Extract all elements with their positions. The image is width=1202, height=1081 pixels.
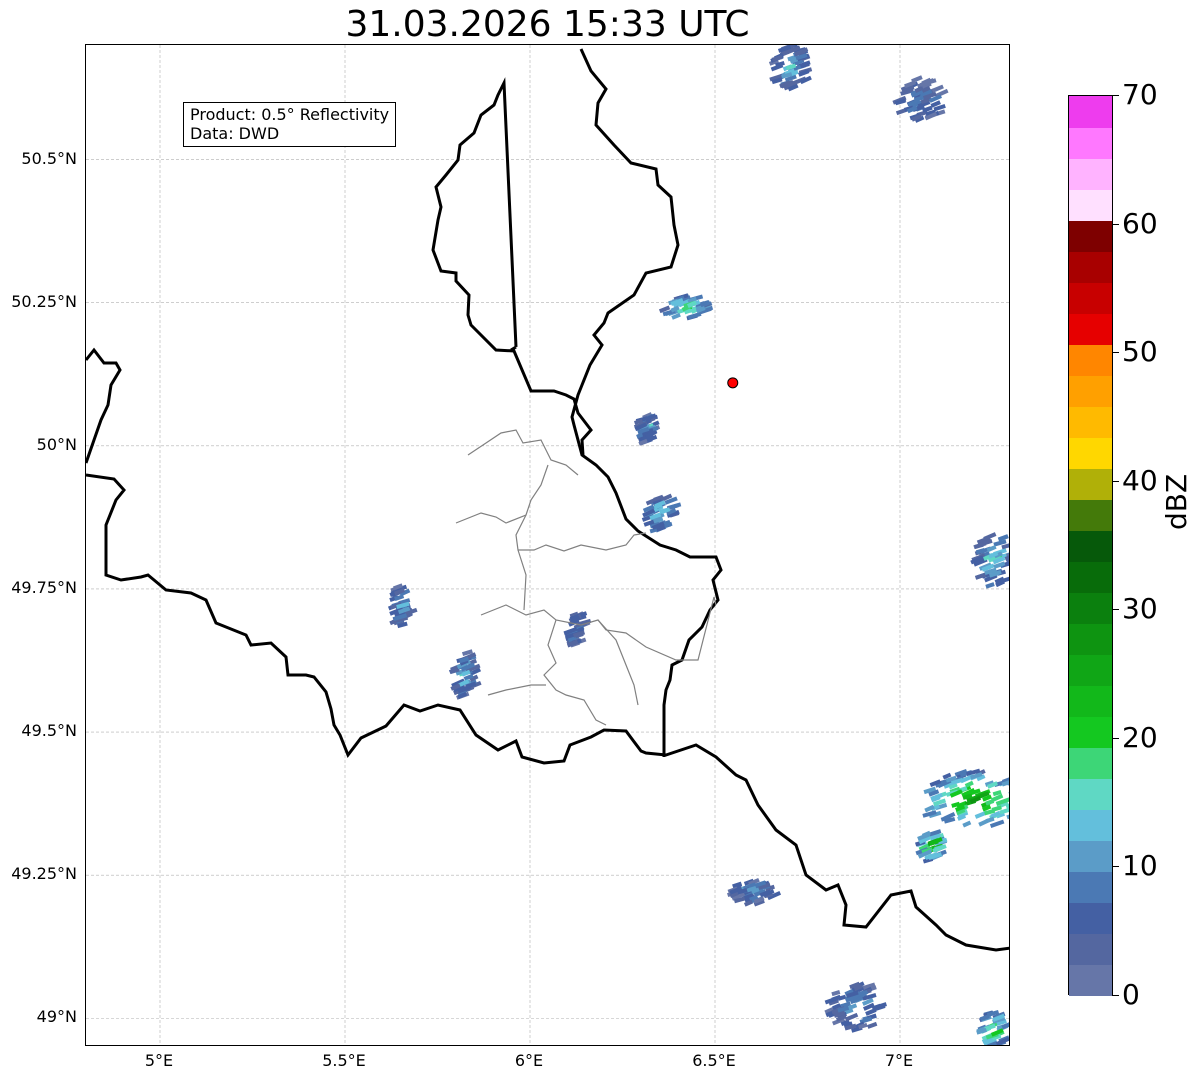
lat-tick-label: 49.25°N [11, 864, 77, 884]
colorbar-segment [1069, 189, 1112, 221]
echo-bin [1008, 788, 1009, 796]
colorbar-segment [1069, 282, 1112, 314]
colorbar-segment [1069, 716, 1112, 749]
echo-cell [563, 611, 592, 648]
lat-tick-label: 49°N [36, 1007, 77, 1027]
colorbar-segment [1069, 778, 1112, 811]
echo-cell [633, 412, 661, 446]
radar-map[interactable]: Product: 0.5° Reflectivity Data: DWD [85, 44, 1010, 1046]
borders-layer [86, 48, 1009, 952]
colorbar-segment [1069, 871, 1112, 904]
lat-tick-label: 49.5°N [21, 721, 77, 741]
echo-cell [976, 1009, 1009, 1045]
map-title: 31.03.2026 15:33 UTC [345, 4, 750, 45]
info-box: Product: 0.5° Reflectivity Data: DWD [183, 102, 397, 147]
colorbar-segment [1069, 313, 1112, 345]
colorbar [1068, 95, 1113, 997]
colorbar-tick [1112, 609, 1119, 611]
lon-tick-label: 5°E [144, 1051, 174, 1070]
colorbar-segment [1069, 654, 1112, 687]
echo-cell [726, 877, 782, 907]
lat-tick-label: 49.75°N [11, 577, 77, 597]
colorbar-segment [1069, 468, 1112, 500]
colorbar-tick [1112, 352, 1119, 354]
echo-cell [892, 75, 949, 123]
border-luxembourg-belgium [431, 77, 593, 456]
colorbar-segment [1069, 375, 1112, 407]
echo-cell [448, 649, 482, 700]
echo-bin [1006, 811, 1009, 820]
lon-tick-label: 6.5°E [692, 1051, 736, 1070]
echo-cell [824, 981, 887, 1033]
colorbar-segment [1069, 747, 1112, 780]
colorbar-segment [1069, 127, 1112, 159]
colorbar-tick-label: 20 [1122, 720, 1158, 754]
colorbar-segment [1069, 592, 1112, 625]
colorbar-segment [1069, 344, 1112, 376]
colorbar-segment [1069, 623, 1112, 656]
colorbar-segment [1069, 809, 1112, 842]
colorbar-unit: dBZ [1160, 473, 1193, 530]
colorbar-tick [1112, 866, 1119, 868]
colorbar-segment [1069, 251, 1112, 283]
colorbar-segment [1069, 840, 1112, 873]
echo-cell [768, 45, 813, 92]
colorbar-tick-label: 0 [1122, 978, 1140, 1011]
colorbar-segment [1069, 964, 1112, 997]
colorbar-segment [1069, 406, 1112, 438]
border-germany-west [570, 48, 723, 757]
info-source: Data: DWD [190, 124, 280, 143]
luxembourg-districts [455, 429, 717, 726]
echo-bin [799, 75, 812, 85]
colorbar-segment [1069, 933, 1112, 966]
colorbar-tick-label: 10 [1122, 849, 1158, 883]
echo-cell [970, 532, 1009, 589]
echo-bin [1009, 784, 1010, 792]
colorbar-segment [1069, 561, 1112, 594]
colorbar-segment [1069, 530, 1112, 562]
lon-tick-label: 7°E [884, 1051, 914, 1070]
echo-cell [641, 493, 682, 534]
colorbar-segment [1069, 96, 1112, 128]
colorbar-tick [1112, 95, 1119, 96]
colorbar-tick [1112, 995, 1119, 996]
colorbar-segment [1069, 220, 1112, 252]
colorbar-segment [1069, 158, 1112, 190]
echo-cell [915, 829, 948, 864]
lat-tick-label: 50.5°N [21, 148, 77, 168]
echo-bin [962, 820, 972, 828]
colorbar-tick-label: 30 [1122, 592, 1158, 626]
echo-cell [658, 293, 714, 321]
radar-map-canvas [86, 45, 1010, 1045]
lon-tick-label: 5.5°E [322, 1051, 366, 1070]
echo-cell [387, 583, 418, 629]
colorbar-tick [1112, 480, 1119, 482]
colorbar-tick-label: 50 [1122, 335, 1158, 369]
radar-site-marker [727, 377, 739, 389]
echo-cell [922, 768, 1010, 829]
lon-tick-label: 6°E [514, 1051, 544, 1070]
colorbar-tick-label: 60 [1122, 206, 1158, 240]
colorbar-segment [1069, 499, 1112, 531]
colorbar-tick [1112, 737, 1119, 739]
echo-bin [867, 1021, 878, 1029]
lat-tick-label: 50°N [36, 434, 77, 454]
colorbar-tick-label: 40 [1122, 463, 1158, 497]
colorbar-segment [1069, 685, 1112, 718]
colorbar-tick-label: 70 [1122, 78, 1158, 111]
colorbar-segment [1069, 437, 1112, 469]
colorbar-tick [1112, 223, 1119, 225]
info-product: Product: 0.5° Reflectivity [190, 105, 390, 124]
reflectivity-layer [387, 45, 1010, 1045]
lat-tick-label: 50.25°N [11, 291, 77, 311]
echo-bin [986, 544, 997, 553]
colorbar-segment [1069, 902, 1112, 935]
echo-bin [985, 582, 995, 589]
